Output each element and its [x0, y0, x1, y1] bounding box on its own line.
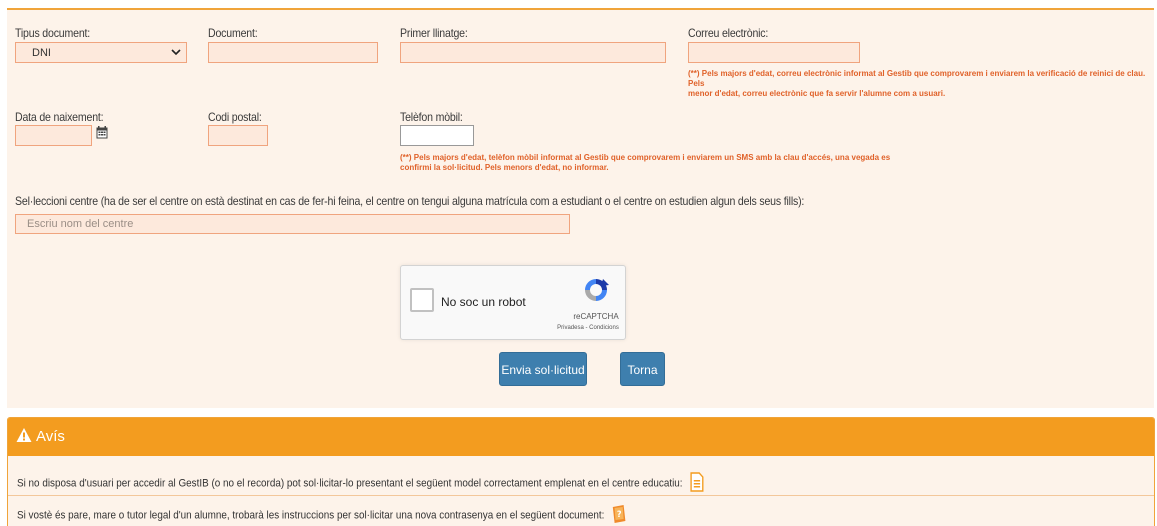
recaptcha-logo-icon — [583, 277, 609, 303]
centre-placeholder: Escriu nom del centre — [27, 218, 134, 230]
notice-header: Avís — [8, 418, 1154, 456]
tipus-document-select[interactable]: DNI — [15, 42, 187, 63]
primer-llinatge-label: Primer llinatge: — [400, 26, 468, 40]
recaptcha-text: No soc un robot — [441, 295, 526, 309]
centre-label: Sel·leccioni centre (ha de ser el centre… — [15, 194, 805, 208]
recaptcha-links[interactable]: Privadesa - Condicions — [553, 325, 623, 331]
notice-line1-text: Si no disposa d'usuari per accedir al Ge… — [17, 477, 683, 490]
svg-text:?: ? — [617, 510, 622, 521]
telefon-input[interactable] — [400, 125, 474, 146]
correu-note: (**) Pels majors d'edat, correu electròn… — [688, 69, 1157, 99]
notice-divider — [8, 495, 1154, 496]
codi-postal-label: Codi postal: — [208, 110, 262, 124]
tipus-document-value: DNI — [32, 47, 51, 59]
notice-title: Avís — [36, 428, 65, 445]
telefon-label: Telèfon mòbil: — [400, 110, 463, 124]
centre-search-input[interactable]: Escriu nom del centre — [15, 214, 570, 234]
notice-line2-text: Si vostè és pare, mare o tutor legal d'u… — [17, 509, 605, 522]
warning-icon — [16, 427, 32, 443]
document-label: Document: — [208, 26, 258, 40]
notice-line-instructions: Si vostè és pare, mare o tutor legal d'u… — [17, 504, 627, 526]
correu-input[interactable] — [688, 42, 860, 63]
recaptcha-brand: reCAPTCHA — [573, 312, 619, 321]
submit-button[interactable]: Envia sol·licitud — [499, 352, 587, 386]
primer-llinatge-input[interactable] — [400, 42, 666, 63]
telefon-note: (**) Pels majors d'edat, telèfon mòbil i… — [400, 153, 890, 173]
telefon-note-line2: confirmi la sol·licitud. Pels menors d'e… — [400, 163, 609, 172]
tipus-document-label: Tipus document: — [15, 26, 91, 40]
notice-panel: Avís Si no disposa d'usuari per accedir … — [7, 417, 1155, 526]
document-icon[interactable] — [689, 472, 704, 495]
chevron-down-icon — [171, 45, 181, 62]
recaptcha-checkbox[interactable] — [410, 288, 434, 312]
telefon-note-line1: (**) Pels majors d'edat, telèfon mòbil i… — [400, 153, 891, 162]
correu-label: Correu electrònic: — [688, 26, 769, 40]
codi-postal-input[interactable] — [208, 125, 268, 146]
correu-note-line2: menor d'edat, correu electrònic que fa s… — [688, 89, 946, 98]
recaptcha-widget: No soc un robot reCAPTCHA Privadesa - Co… — [400, 265, 626, 340]
correu-note-line1: (**) Pels majors d'edat, correu electròn… — [688, 69, 1146, 88]
data-naixement-input[interactable] — [15, 125, 92, 146]
document-input[interactable] — [208, 42, 378, 63]
notice-line-model: Si no disposa d'usuari per accedir al Ge… — [17, 472, 704, 495]
help-document-icon[interactable]: ? — [611, 504, 627, 526]
data-naixement-label: Data de naixement: — [15, 110, 104, 124]
back-button[interactable]: Torna — [620, 352, 665, 386]
request-form — [7, 8, 1154, 408]
calendar-icon[interactable] — [96, 126, 108, 142]
